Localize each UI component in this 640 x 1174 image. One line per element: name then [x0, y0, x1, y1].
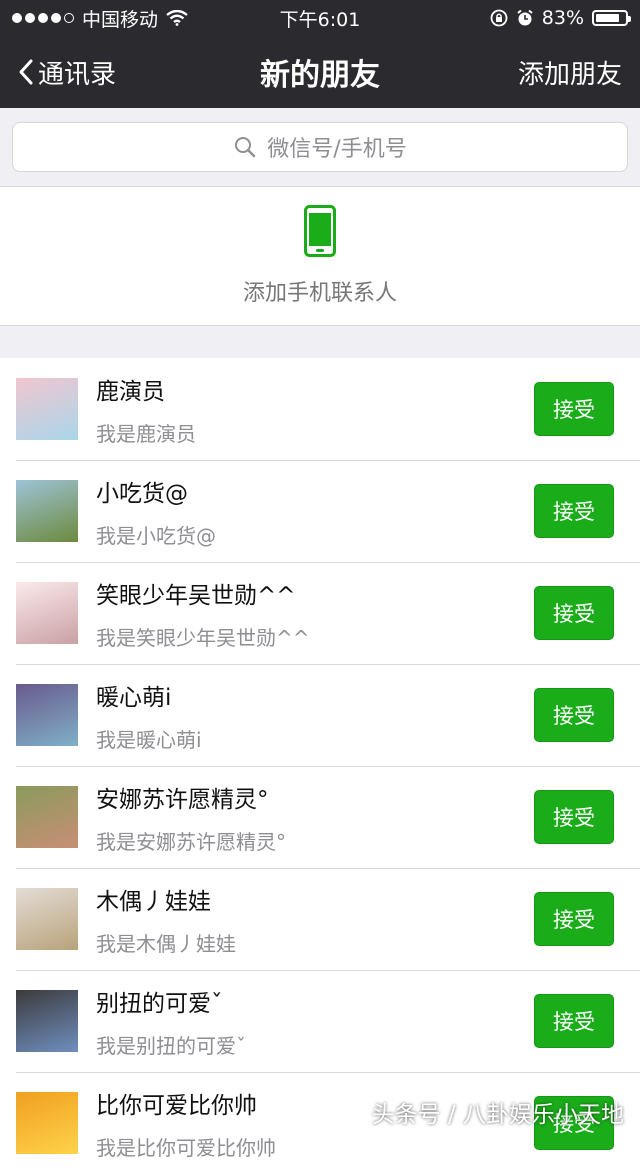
status-bar: 中国移动 下午6:01 83% — [0, 0, 640, 36]
friend-name: 安娜苏许愿精灵° — [96, 786, 269, 813]
friend-message: 我是安娜苏许愿精灵° — [96, 829, 286, 854]
add-phone-label: 添加手机联系人 — [242, 281, 397, 306]
back-label: 通讯录 — [38, 59, 117, 90]
friend-message: 我是比你可爱比你帅 — [96, 1135, 276, 1160]
carrier-label: 中国移动 — [82, 8, 159, 31]
friend-request-row[interactable]: 暖心萌i 我是暖心萌i 接受 — [0, 664, 640, 766]
friend-message: 我是暖心萌i — [96, 727, 202, 752]
friend-request-row[interactable]: 小吃货@ 我是小吃货@ 接受 — [0, 460, 640, 562]
accept-button[interactable]: 接受 — [534, 790, 614, 844]
friend-request-row[interactable]: 鹿演员 我是鹿演员 接受 — [0, 358, 640, 460]
avatar — [16, 888, 78, 950]
alarm-icon — [517, 9, 533, 26]
friend-message: 我是小吃货@ — [96, 523, 216, 548]
friend-info: 小吃货@ 我是小吃货@ — [96, 474, 534, 549]
friend-info: 别扭的可爱ˇ 我是别扭的可爱ˇ — [96, 984, 534, 1059]
avatar — [16, 990, 78, 1052]
friend-name: 木偶丿娃娃 — [96, 888, 211, 915]
chevron-left-icon — [19, 59, 33, 85]
friend-info: 鹿演员 我是鹿演员 — [96, 372, 534, 447]
friend-request-row[interactable]: 安娜苏许愿精灵° 我是安娜苏许愿精灵° 接受 — [0, 766, 640, 868]
friend-message: 我是别扭的可爱ˇ — [96, 1033, 246, 1058]
friend-info: 笑眼少年吴世勋^^ 我是笑眼少年吴世勋^^ — [96, 576, 534, 651]
friend-request-row[interactable]: 木偶丿娃娃 我是木偶丿娃娃 接受 — [0, 868, 640, 970]
accept-button[interactable]: 接受 — [534, 994, 614, 1048]
accept-button[interactable]: 接受 — [534, 892, 614, 946]
friend-request-list: 鹿演员 我是鹿演员 接受 小吃货@ 我是小吃货@ 接受 笑眼少年吴世勋^^ 我是笑眼少年吴世勋… — [0, 358, 640, 1174]
accept-button[interactable]: 接受 — [534, 382, 614, 436]
friend-message: 我是木偶丿娃娃 — [96, 931, 236, 956]
friend-name: 小吃货@ — [96, 480, 188, 507]
friend-message: 我是鹿演员 — [96, 421, 196, 446]
battery-icon — [592, 10, 631, 26]
search-section: 微信号/手机号 — [0, 108, 640, 184]
accept-button[interactable]: 接受 — [534, 484, 614, 538]
friend-info: 安娜苏许愿精灵° 我是安娜苏许愿精灵° — [96, 780, 534, 855]
friend-name: 别扭的可爱ˇ — [96, 990, 223, 1017]
watermark: 头条号 / 八卦娱乐小天地 — [371, 1102, 624, 1128]
friend-request-row[interactable]: 笑眼少年吴世勋^^ 我是笑眼少年吴世勋^^ 接受 — [0, 562, 640, 664]
add-friend-button[interactable]: 添加朋友 — [518, 54, 622, 91]
avatar — [16, 684, 78, 746]
avatar — [16, 480, 78, 542]
signal-icon — [12, 13, 74, 23]
search-icon — [235, 137, 256, 158]
wifi-icon — [166, 10, 188, 26]
friend-message: 我是笑眼少年吴世勋^^ — [96, 625, 310, 650]
friend-info: 木偶丿娃娃我是木偶丿娃娃 — [96, 882, 534, 957]
add-phone-contacts[interactable]: 添加手机联系人 — [0, 186, 640, 326]
nav-bar: 通讯录 新的朋友 添加朋友 — [0, 36, 640, 108]
search-input[interactable]: 微信号/手机号 — [12, 122, 628, 172]
avatar — [16, 1092, 78, 1154]
battery-percent: 83% — [541, 7, 584, 29]
status-left: 中国移动 — [12, 5, 188, 32]
friend-request-row[interactable]: 别扭的可爱ˇ 我是别扭的可爱ˇ 接受 — [0, 970, 640, 1072]
avatar — [16, 786, 78, 848]
rotation-lock-icon — [490, 9, 508, 27]
avatar — [16, 582, 78, 644]
friend-info: 暖心萌i 我是暖心萌i — [96, 678, 534, 753]
avatar — [16, 378, 78, 440]
friend-name: 暖心萌i — [96, 684, 172, 711]
accept-button[interactable]: 接受 — [534, 586, 614, 640]
friend-name: 笑眼少年吴世勋^^ — [96, 582, 296, 609]
friend-name: 鹿演员 — [96, 378, 165, 405]
back-button[interactable]: 通讯录 — [18, 54, 116, 91]
status-right: 83% — [490, 7, 631, 29]
accept-button[interactable]: 接受 — [534, 688, 614, 742]
phone-icon — [304, 205, 336, 257]
search-placeholder: 微信号/手机号 — [267, 137, 407, 162]
